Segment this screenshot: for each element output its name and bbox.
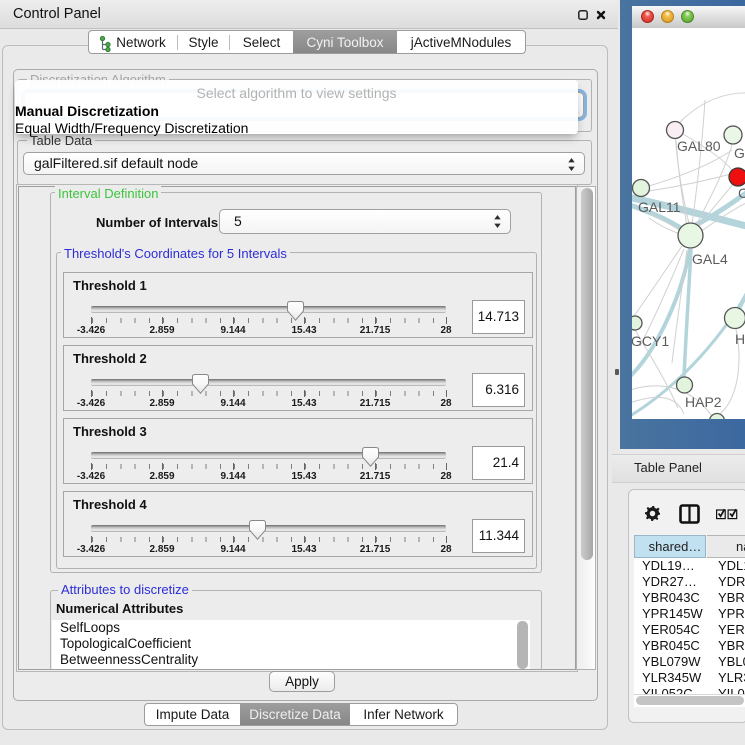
svg-text:GAL11: GAL11: [638, 199, 681, 215]
svg-text:HAP2: HAP2: [685, 394, 722, 410]
svg-text:GAL4: GAL4: [692, 251, 728, 267]
svg-text:C: C: [738, 185, 745, 201]
svg-text:GAL80: GAL80: [677, 138, 721, 154]
svg-text:GA: GA: [734, 145, 745, 161]
svg-text:GCY1: GCY1: [632, 333, 669, 349]
svg-text:H: H: [735, 331, 745, 347]
